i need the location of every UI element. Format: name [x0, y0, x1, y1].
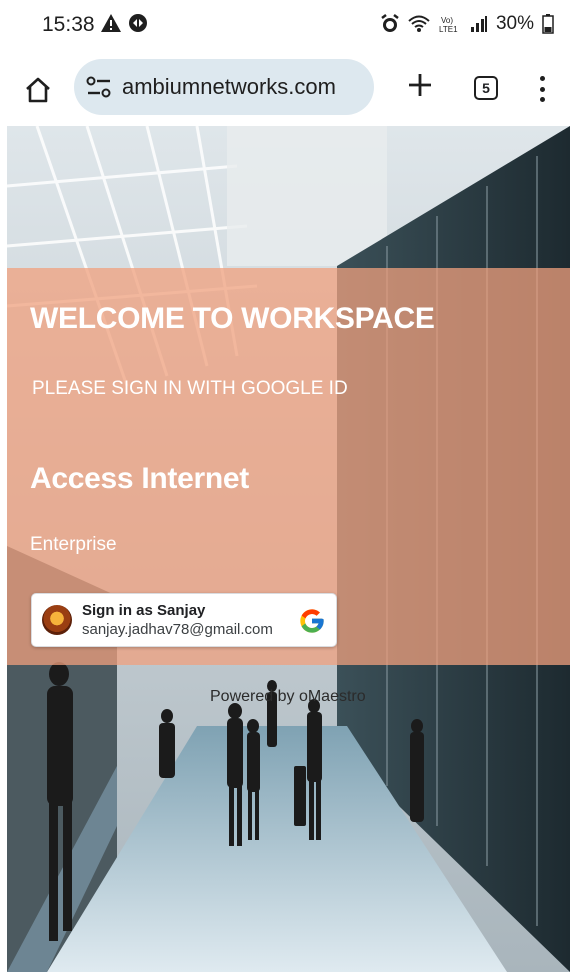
new-tab-button[interactable]: [402, 70, 438, 106]
home-icon: [26, 77, 50, 103]
status-time: 15:38: [42, 13, 95, 36]
avatar: [42, 605, 72, 635]
status-right: Vo) LTE1 30%: [380, 13, 554, 35]
welcome-title: WELCOME TO WORKSPACE: [30, 302, 435, 335]
browser-toolbar: ambiumnetworks.com 5: [0, 56, 570, 126]
vpn-icon: [129, 14, 147, 32]
signal-icon: [470, 16, 487, 32]
url-text: ambiumnetworks.com: [122, 74, 336, 99]
site-info-button[interactable]: [84, 72, 114, 102]
menu-dot: [539, 86, 545, 92]
signin-email: sanjay.jadhav78@gmail.com: [82, 621, 273, 638]
svg-text:Vo): Vo): [441, 16, 453, 25]
google-signin-button[interactable]: Sign in as Sanjay sanjay.jadhav78@gmail.…: [31, 593, 337, 647]
menu-dot: [539, 97, 545, 102]
tab-switcher-button[interactable]: 5: [474, 76, 498, 100]
menu-dot: [539, 76, 545, 81]
url-bar[interactable]: ambiumnetworks.com: [74, 59, 374, 115]
access-title: Access Internet: [30, 462, 249, 495]
battery-percent: 30%: [495, 13, 534, 34]
battery-icon: [542, 14, 554, 34]
signin-name-label: Sign in as Sanjay: [82, 602, 206, 619]
tab-count: 5: [482, 80, 490, 96]
alarm-icon: [381, 14, 399, 32]
status-bar: 15:38 Vo) LTE1 30%: [0, 0, 570, 56]
svg-text:LTE1: LTE1: [439, 25, 458, 33]
new-tab-icon: [409, 74, 431, 96]
more-menu-button[interactable]: [532, 72, 552, 106]
web-page: WELCOME TO WORKSPACE PLEASE SIGN IN WITH…: [7, 126, 570, 972]
alert-icon: [101, 14, 121, 32]
volte-icon: Vo) LTE1: [439, 16, 458, 33]
status-left-icons: [100, 13, 148, 33]
wifi-icon: [408, 15, 430, 32]
enterprise-label: Enterprise: [30, 534, 117, 555]
home-button[interactable]: [20, 72, 56, 108]
signin-subtitle: PLEASE SIGN IN WITH GOOGLE ID: [32, 378, 348, 399]
site-info-icon: [86, 76, 111, 98]
powered-by-text: Powered by oMaestro: [210, 688, 366, 705]
google-logo-icon: [300, 609, 324, 633]
